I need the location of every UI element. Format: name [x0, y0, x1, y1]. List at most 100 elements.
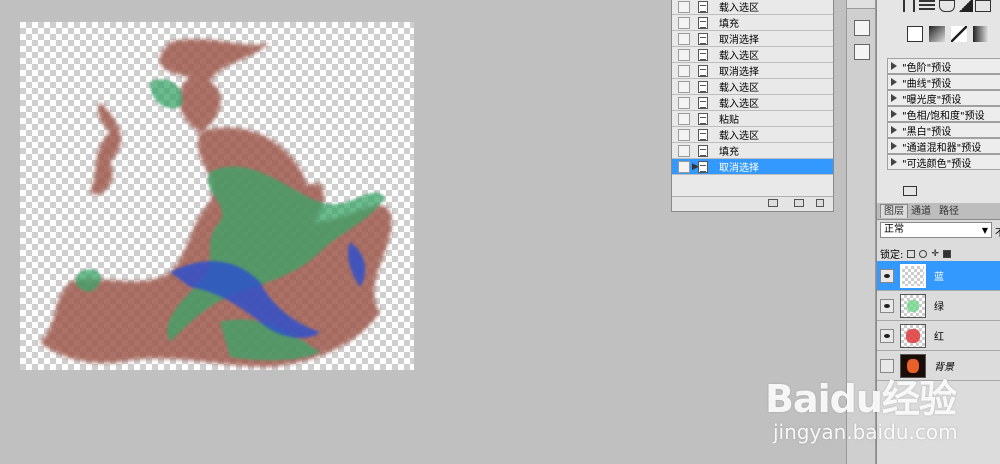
channel-mixer-icon[interactable] — [907, 26, 923, 42]
history-state-row[interactable]: 填充 — [672, 143, 833, 159]
history-state-label: 载入选区 — [719, 51, 759, 62]
history-state-row[interactable]: ▶ 取消选择 — [672, 159, 833, 175]
adjustments-panel: "色阶"预设 "曲线"预设 "曝光度"预设 "色相/饱和度"预设 "黑白"预设 "通道混和… — [876, 0, 1000, 203]
history-brush-source-checkbox[interactable] — [678, 160, 690, 173]
history-brush-source-checkbox[interactable] — [678, 48, 690, 61]
visibility-eye-icon[interactable] — [880, 328, 894, 343]
history-state-icon — [698, 112, 708, 125]
history-state-icon — [698, 0, 708, 13]
history-state-icon — [698, 144, 708, 157]
history-state-row[interactable]: 载入选区 — [672, 79, 833, 95]
history-brush-source-checkbox[interactable] — [678, 128, 690, 141]
lock-row: 锁定: ✛ — [880, 246, 951, 261]
lock-position-icon[interactable]: ✛ — [931, 249, 939, 258]
history-brush-source-checkbox[interactable] — [678, 144, 690, 157]
layers-tab[interactable]: 通道 — [908, 205, 934, 218]
history-state-row[interactable]: 载入选区 — [672, 0, 833, 15]
history-brush-source-checkbox[interactable] — [678, 32, 690, 45]
lock-all-icon[interactable] — [942, 249, 951, 258]
expand-triangle-icon[interactable] — [891, 110, 897, 118]
history-state-row[interactable]: 填充 — [672, 15, 833, 31]
expand-triangle-icon[interactable] — [891, 142, 897, 150]
layers-panel-tabs: 图层 通道 路径 — [877, 203, 1000, 220]
history-state-row[interactable]: 取消选择 — [672, 63, 833, 79]
adjustment-preset-row[interactable]: "色相/饱和度"预设 — [887, 106, 1000, 122]
adjustment-preset-row[interactable]: "可选颜色"预设 — [887, 154, 1000, 170]
adjustment-preset-label: "通道混和器"预设 — [902, 142, 982, 154]
layer-row[interactable]: 绿 — [877, 291, 1000, 321]
history-state-row[interactable]: 载入选区 — [672, 127, 833, 143]
clone-source-icon[interactable] — [854, 44, 870, 60]
expand-triangle-icon[interactable] — [891, 78, 897, 86]
visibility-eye-icon[interactable] — [880, 268, 894, 283]
history-state-label: 取消选择 — [719, 67, 759, 78]
adjustment-preset-row[interactable]: "通道混和器"预设 — [887, 138, 1000, 154]
vibrance-icon[interactable] — [903, 0, 915, 12]
history-brush-source-checkbox[interactable] — [678, 80, 690, 93]
gradient-map-icon[interactable] — [973, 26, 989, 42]
history-state-label: 粘贴 — [719, 115, 739, 126]
layers-tab[interactable]: 路径 — [936, 205, 962, 218]
history-state-row[interactable]: 粘贴 — [672, 111, 833, 127]
trash-icon[interactable] — [816, 199, 824, 207]
history-brush-source-checkbox[interactable] — [678, 96, 690, 109]
expand-triangle-icon[interactable] — [891, 62, 897, 70]
visibility-eye-icon[interactable] — [880, 298, 894, 313]
lock-pixels-icon[interactable] — [919, 249, 928, 258]
history-brush-source-checkbox[interactable] — [678, 0, 690, 13]
layer-thumbnail — [900, 263, 926, 288]
posterize-icon[interactable] — [951, 26, 967, 42]
blend-mode-value: 正常 — [884, 224, 904, 235]
adjustment-preset-label: "黑白"预设 — [902, 126, 952, 138]
history-brush-source-checkbox[interactable] — [678, 64, 690, 77]
layer-name: 红 — [934, 332, 944, 343]
history-state-icon — [698, 48, 708, 61]
expand-triangle-icon[interactable] — [891, 126, 897, 134]
history-state-icon — [698, 128, 708, 141]
history-state-row[interactable]: 载入选区 — [672, 95, 833, 111]
history-state-label: 取消选择 — [719, 163, 759, 174]
adjustment-preset-label: "曲线"预设 — [902, 78, 952, 90]
layers-tab[interactable]: 图层 — [880, 204, 908, 218]
history-state-label: 填充 — [719, 147, 739, 158]
adjustment-preset-row[interactable]: "曲线"预设 — [887, 74, 1000, 90]
watermark: Baidu经验 jingyan.baidu.com — [765, 368, 1000, 464]
lock-transparency-icon[interactable] — [907, 249, 916, 258]
adjustment-panel-menu-icon[interactable] — [903, 186, 917, 196]
history-panel-icon[interactable] — [854, 20, 870, 36]
photo-filter-icon[interactable] — [975, 0, 991, 12]
black-white-icon[interactable] — [957, 0, 973, 12]
adjustment-preset-label: "色阶"预设 — [902, 62, 952, 74]
adjustment-preset-row[interactable]: "色阶"预设 — [887, 58, 1000, 74]
lock-label: 锁定: — [880, 250, 904, 261]
history-brush-source-checkbox[interactable] — [678, 16, 690, 29]
history-footer — [672, 196, 833, 211]
history-state-label: 载入选区 — [719, 83, 759, 94]
history-state-row[interactable]: 载入选区 — [672, 47, 833, 63]
history-state-label: 取消选择 — [719, 35, 759, 46]
history-state-row[interactable]: 取消选择 — [672, 31, 833, 47]
new-document-from-state-icon[interactable] — [768, 199, 778, 207]
document-canvas[interactable] — [20, 22, 414, 370]
expand-triangle-icon[interactable] — [891, 94, 897, 102]
layer-name: 绿 — [934, 302, 944, 313]
history-state-label: 载入选区 — [719, 131, 759, 142]
canvas-area[interactable] — [0, 0, 672, 464]
adjustment-preset-row[interactable]: "曝光度"预设 — [887, 90, 1000, 106]
color-balance-icon[interactable] — [939, 0, 955, 12]
history-brush-source-checkbox[interactable] — [678, 112, 690, 125]
layer-row[interactable]: 蓝 — [877, 261, 1000, 291]
layer-row[interactable]: 红 — [877, 321, 1000, 351]
history-state-icon — [698, 32, 708, 45]
hue-saturation-icon[interactable] — [919, 0, 935, 12]
strip-header — [847, 0, 875, 9]
invert-icon[interactable] — [929, 26, 945, 42]
history-panel: 载入选区 填充 取消选择 载入选区 取消选择 载入选区 载入选区 粘贴 载入选区 填充 ▶ 取消选择 — [671, 0, 834, 212]
adjustment-preset-row[interactable]: "黑白"预设 — [887, 122, 1000, 138]
history-state-icon — [698, 64, 708, 77]
blend-mode-select[interactable]: 正常 ▼ — [880, 222, 992, 238]
new-snapshot-icon[interactable] — [794, 199, 804, 207]
history-state-label: 载入选区 — [719, 99, 759, 110]
expand-triangle-icon[interactable] — [891, 158, 897, 166]
history-state-icon — [698, 16, 708, 29]
